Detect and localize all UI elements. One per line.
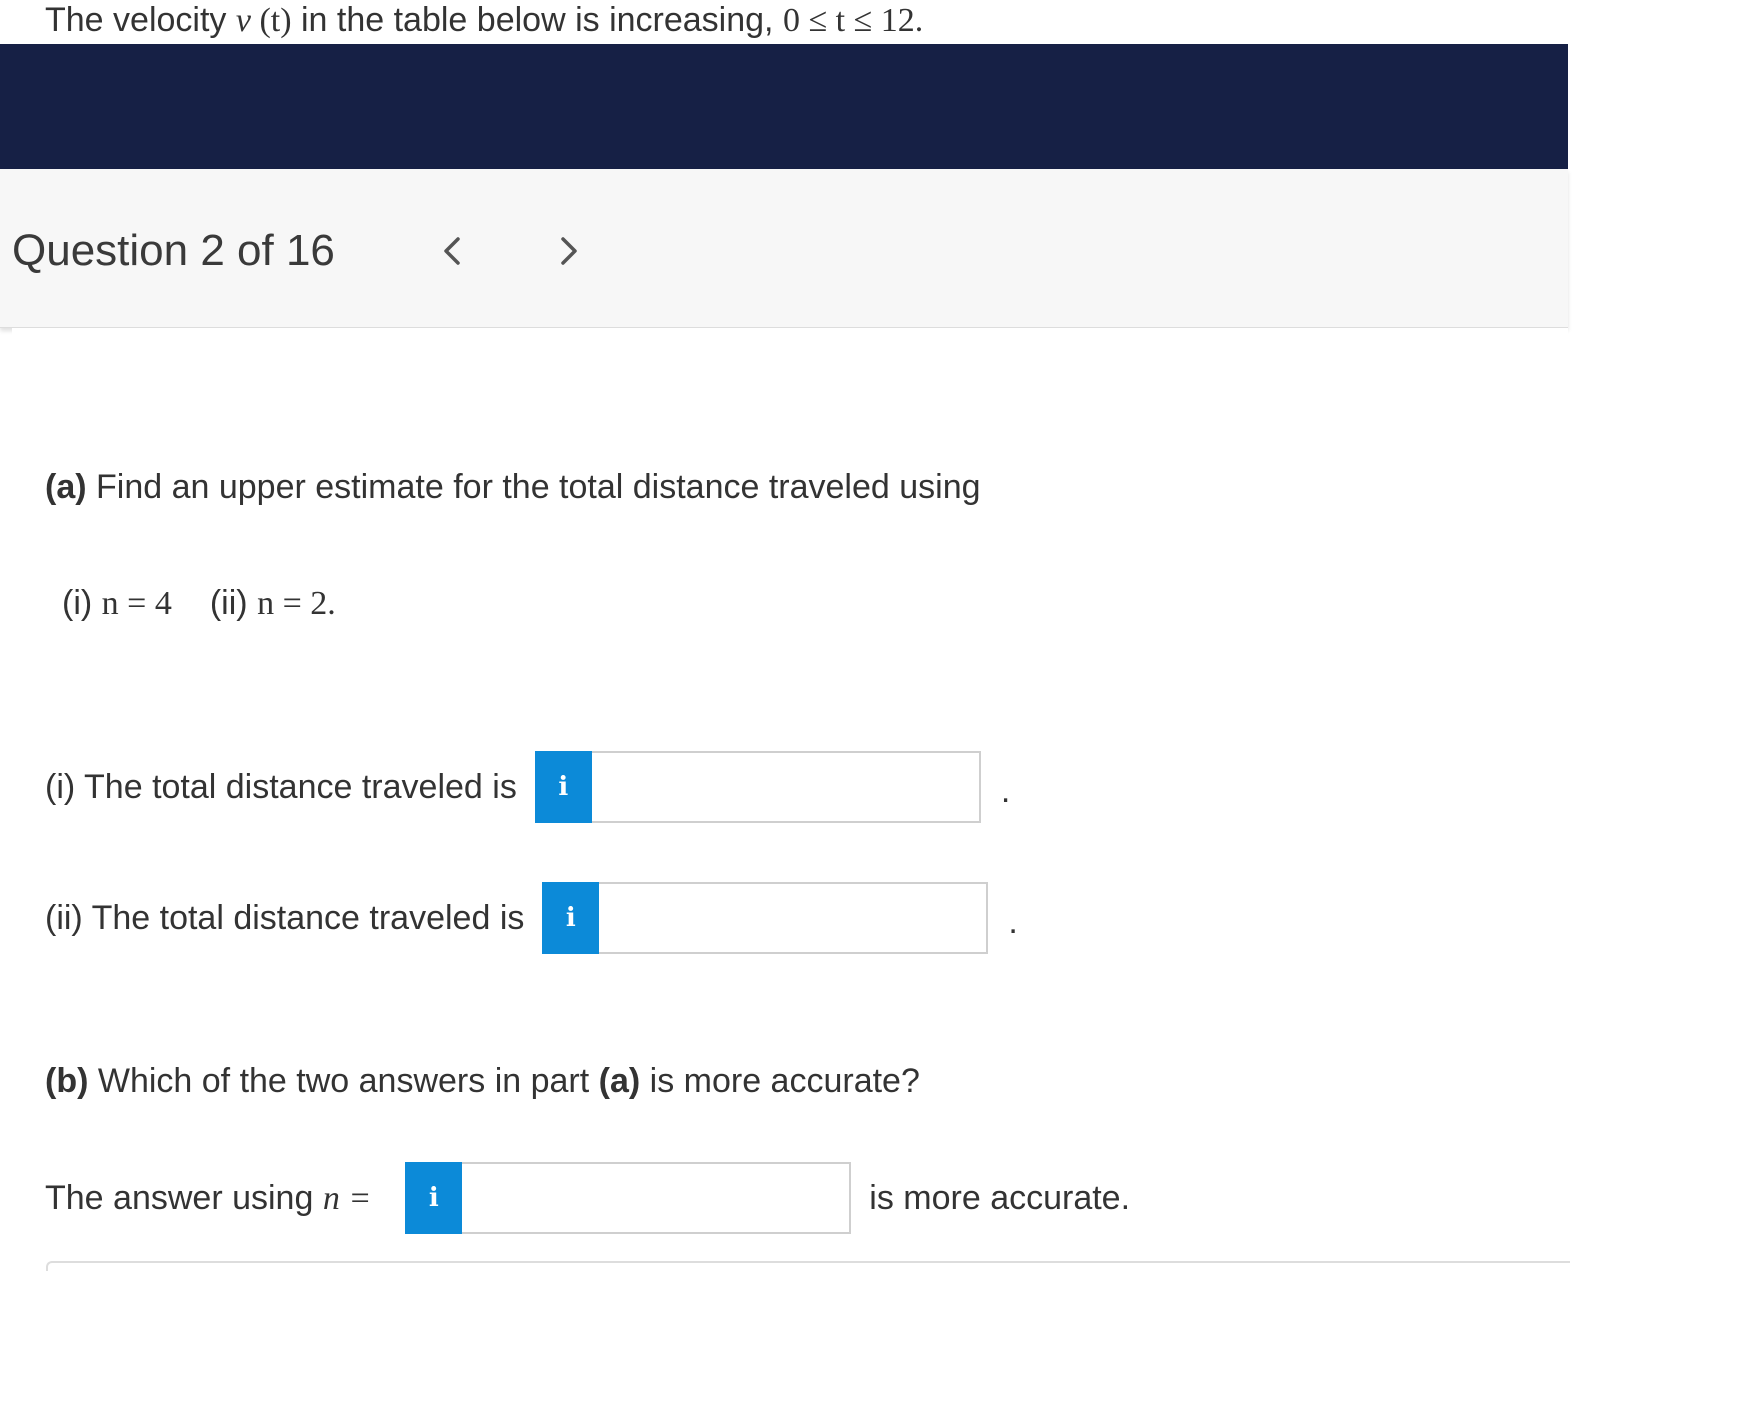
answer-ii-label: (ii) The total distance traveled is: [45, 898, 525, 937]
chevron-left-icon: [444, 237, 460, 265]
answer-b-suffix: is more accurate.: [869, 1178, 1131, 1217]
info-button-i[interactable]: i: [534, 751, 592, 823]
n-value-i-label: (i): [62, 584, 93, 622]
info-icon: i: [428, 1183, 439, 1213]
answer-i-label: (i) The total distance traveled is: [45, 767, 517, 806]
prompt-math-range: 0 ≤ t ≤ 12.: [782, 2, 924, 39]
info-button-ii[interactable]: i: [542, 882, 600, 954]
part-b-instruction: (b) Which of the two answers in part (a)…: [45, 1062, 920, 1101]
answer-ii-period: .: [1008, 902, 1018, 941]
answer-i-period: .: [1000, 771, 1011, 810]
n-value-ii-label: (ii): [209, 584, 248, 622]
answer-b-math: n =: [322, 1179, 372, 1217]
n-values: (i) n = 4 (ii) n = 2.: [62, 584, 336, 623]
info-icon: i: [558, 772, 569, 802]
answer-i-input[interactable]: [591, 751, 981, 823]
answer-row-ii: (ii) The total distance traveled is i .: [45, 882, 1018, 954]
question-counter: Question 2 of 16: [12, 226, 335, 275]
answer-row-b: The answer using n = i is more accurate.: [45, 1162, 1130, 1234]
part-b-text-before: Which of the two answers in part: [88, 1062, 599, 1100]
info-button-b[interactable]: i: [405, 1162, 463, 1234]
next-section-border: [46, 1261, 1570, 1271]
n-value-i-expr: n = 4: [101, 585, 172, 622]
n-value-ii-expr: n = 2.: [257, 585, 336, 622]
prompt-text-after: in the table below is increasing,: [291, 1, 783, 39]
prompt-math-v: v (t): [235, 2, 292, 39]
previous-question-button[interactable]: [430, 229, 474, 273]
part-b-ref-a: (a): [598, 1062, 641, 1100]
prompt-text-before: The velocity: [45, 1, 236, 39]
answer-row-i: (i) The total distance traveled is i .: [45, 751, 1010, 823]
answer-ii-input[interactable]: [599, 882, 989, 954]
part-a-instruction: (a) Find an upper estimate for the total…: [45, 468, 981, 507]
chevron-right-icon: [561, 237, 577, 265]
question-prompt: The velocity v (t) in the table below is…: [45, 0, 923, 44]
info-icon: i: [565, 903, 576, 933]
question-content: (a) Find an upper estimate for the total…: [12, 328, 1570, 1271]
header-band: [0, 44, 1568, 169]
part-a-text: Find an upper estimate for the total dis…: [86, 468, 981, 506]
next-question-button[interactable]: [547, 229, 591, 273]
part-b-text-after: is more accurate?: [640, 1062, 920, 1100]
answer-b-input[interactable]: [462, 1162, 852, 1234]
part-a-label: (a): [45, 468, 87, 506]
part-b-label: (b): [45, 1062, 89, 1100]
answer-b-label: The answer using n =: [45, 1178, 372, 1217]
question-navigation-bar: Question 2 of 16: [0, 169, 1568, 328]
